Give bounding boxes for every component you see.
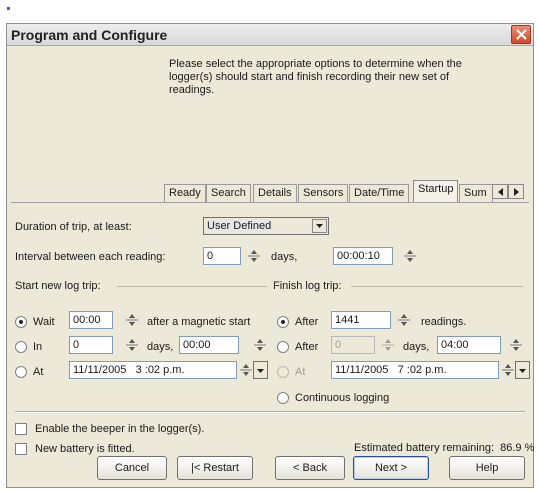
battery-fitted-checkbox[interactable] (15, 443, 27, 455)
finish-readings-suffix: readings. (421, 316, 467, 328)
finish-at-spinner[interactable] (501, 362, 515, 378)
beeper-checkbox[interactable] (15, 423, 27, 435)
interval-days-text: days, (271, 251, 298, 263)
tab-sensors[interactable]: Sensors (298, 184, 349, 202)
tab-scroll-right-button[interactable] (508, 184, 524, 199)
start-group-label: Start new log trip: (15, 280, 101, 292)
finish-time-input[interactable]: 04:00 (437, 336, 501, 354)
chevron-down-icon (257, 369, 264, 373)
spinner-icon (254, 339, 266, 351)
start-group-line (117, 286, 267, 287)
next-button[interactable]: Next > (353, 456, 429, 480)
corner-marker (7, 7, 10, 10)
start-at-label: At (33, 366, 44, 378)
intro-text: Please select the appropriate options to… (169, 58, 462, 96)
continuous-logging-label: Continuous logging (295, 392, 390, 404)
finish-days-text: days, (403, 341, 430, 353)
spinner-icon (502, 364, 514, 376)
finish-after-readings-radio[interactable] (277, 316, 289, 328)
dialog-title: Program and Configure (11, 27, 168, 43)
start-wait-radio[interactable] (15, 316, 27, 328)
finish-after-days-label: After (295, 341, 319, 353)
tab-search[interactable]: Search (206, 184, 251, 202)
interval-days-spinner[interactable] (247, 248, 261, 264)
start-at-calendar-button[interactable] (253, 361, 268, 379)
arrow-left-icon (498, 188, 503, 196)
chevron-down-icon (316, 224, 323, 228)
finish-at-radio[interactable] (277, 366, 289, 378)
battery-fitted-label: New battery is fitted. (35, 443, 135, 455)
close-icon (516, 29, 527, 40)
start-wait-label: Wait (33, 316, 55, 328)
tab-details[interactable]: Details (253, 184, 297, 202)
tab-summary[interactable]: Sum (459, 184, 493, 202)
start-in-label: In (33, 341, 43, 353)
close-button[interactable] (511, 25, 531, 44)
spinner-icon (404, 250, 416, 262)
tab-scroll-arrows (492, 184, 524, 199)
start-in-days-text: days, (147, 341, 174, 353)
start-at-spinner[interactable] (239, 362, 253, 378)
cancel-button[interactable]: Cancel (97, 456, 167, 480)
start-at-datetime-input[interactable]: 11/11/2005 3 :02 p.m. (69, 361, 237, 379)
options-separator (15, 411, 525, 413)
finish-readings-input[interactable]: 1441 (331, 311, 391, 329)
restart-button[interactable]: |< Restart (177, 456, 253, 480)
start-in-radio[interactable] (15, 341, 27, 353)
duration-select[interactable]: User Defined (203, 217, 329, 235)
battery-remaining-text: Estimated battery remaining: 86.9 % (354, 442, 535, 454)
duration-dropdown-button[interactable] (312, 219, 327, 233)
finish-group-line (351, 286, 523, 287)
start-wait-input[interactable]: 00:00 (69, 311, 113, 329)
arrow-right-icon (514, 188, 519, 196)
start-in-days-input[interactable]: 0 (69, 336, 113, 354)
continuous-logging-radio[interactable] (277, 392, 289, 404)
start-wait-spinner[interactable] (125, 312, 139, 328)
tab-divider (11, 202, 529, 203)
help-button[interactable]: Help (449, 456, 525, 480)
finish-after-readings-label: After (295, 316, 319, 328)
duration-value: User Defined (207, 220, 272, 232)
duration-label: Duration of trip, at least: (15, 221, 132, 233)
finish-at-calendar-button[interactable] (515, 361, 530, 379)
beeper-label: Enable the beeper in the logger(s). (35, 423, 205, 435)
finish-after-days-radio[interactable] (277, 341, 289, 353)
title-bar[interactable]: Program and Configure (7, 24, 533, 46)
finish-at-datetime-input[interactable]: 11/11/2005 7 :02 p.m. (331, 361, 499, 379)
finish-at-label: At (295, 366, 306, 378)
finish-days-input[interactable]: 0 (331, 336, 375, 354)
start-in-days-spinner[interactable] (125, 337, 139, 353)
tab-startup[interactable]: Startup (413, 180, 459, 202)
start-wait-suffix: after a magnetic start (147, 316, 251, 328)
finish-group-label: Finish log trip: (273, 280, 342, 292)
tab-date-time[interactable]: Date/Time (349, 184, 410, 202)
interval-time-input[interactable]: 00:00:10 (333, 247, 393, 265)
tab-scroll-left-button[interactable] (492, 184, 508, 199)
start-in-time-spinner[interactable] (253, 337, 267, 353)
interval-label: Interval between each reading: (15, 251, 166, 263)
start-at-radio[interactable] (15, 366, 27, 378)
program-configure-dialog: Program and Configure Please select the … (6, 23, 534, 488)
finish-days-spinner[interactable] (381, 337, 395, 353)
spinner-icon (398, 314, 410, 326)
start-in-time-input[interactable]: 00:00 (179, 336, 239, 354)
chevron-down-icon (519, 369, 526, 373)
spinner-icon (510, 339, 522, 351)
spinner-icon (126, 314, 138, 326)
tab-ready[interactable]: Ready (164, 184, 206, 202)
spinner-icon (248, 250, 260, 262)
spinner-icon (126, 339, 138, 351)
spinner-icon (382, 339, 394, 351)
finish-readings-spinner[interactable] (397, 312, 411, 328)
back-button[interactable]: < Back (275, 456, 345, 480)
finish-time-spinner[interactable] (509, 337, 523, 353)
spinner-icon (240, 364, 252, 376)
interval-time-spinner[interactable] (403, 248, 417, 264)
interval-days-input[interactable]: 0 (203, 247, 241, 265)
